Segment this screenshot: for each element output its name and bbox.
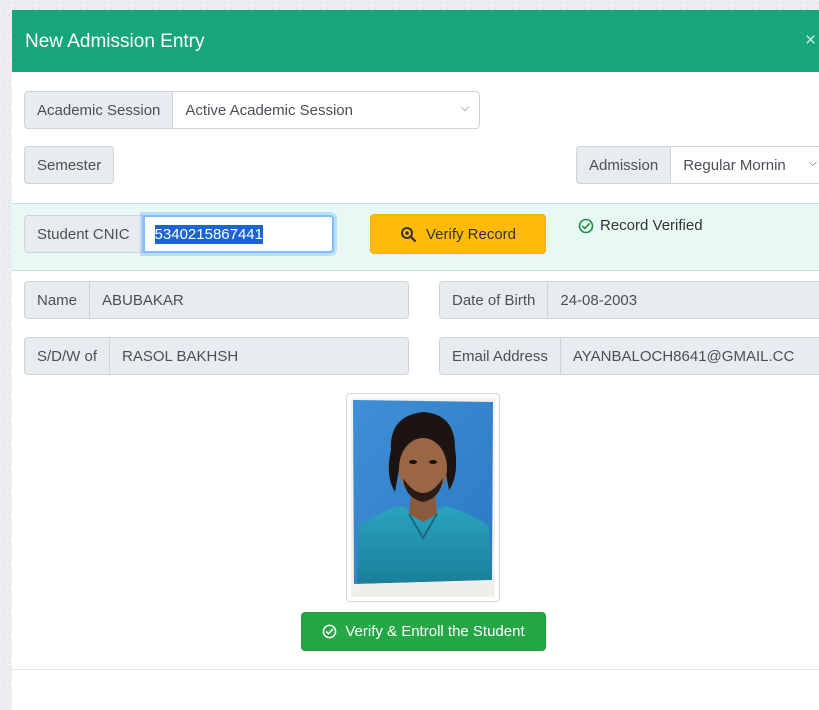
name-label: Name <box>24 281 91 319</box>
modal-header: New Admission Entry × <box>12 10 819 72</box>
cnic-group: Student CNIC 5340215867441 <box>24 215 334 253</box>
check-circle-icon <box>578 218 594 233</box>
admission-group: Admission Regular Mornin ⌵ <box>576 146 819 184</box>
name-value: ABUBAKAR <box>90 281 409 319</box>
academic-session-label: Academic Session <box>24 91 174 129</box>
chevron-down-icon: ⌵ <box>808 157 817 169</box>
email-value: AYANBALOCH8641@GMAIL.CC <box>560 337 819 375</box>
verify-record-label: Verify Record <box>425 225 517 243</box>
parent-label: S/D/W of <box>24 337 111 375</box>
academic-session-group: Academic Session Active Academic Session… <box>24 91 480 129</box>
admission-select[interactable]: Regular Mornin ⌵ <box>671 146 819 184</box>
admission-modal: New Admission Entry × Academic Session A… <box>12 10 819 710</box>
chevron-down-icon: ⌵ <box>460 102 469 114</box>
verify-record-button[interactable]: Verify Record <box>370 214 546 254</box>
cnic-value: 5340215867441 <box>154 224 263 244</box>
check-circle-icon <box>323 624 337 639</box>
semester-label: Semester <box>24 146 115 184</box>
admission-selected: Regular Mornin <box>683 156 786 174</box>
semester-group: Semester <box>24 146 115 184</box>
cnic-input[interactable]: 5340215867441 <box>142 215 334 253</box>
parent-value: RASOL BAKHSH <box>110 337 409 375</box>
academic-session-selected: Active Academic Session <box>185 101 353 119</box>
email-label: Email Address <box>439 337 561 375</box>
student-photo <box>346 393 500 602</box>
cnic-label: Student CNIC <box>24 215 143 253</box>
email-group: Email Address AYANBALOCH8641@GMAIL.CC <box>439 337 819 375</box>
dob-label: Date of Birth <box>439 281 549 319</box>
modal-title: New Admission Entry <box>25 31 205 52</box>
search-icon <box>400 227 416 242</box>
dob-value: 24-08-2003 <box>548 281 819 319</box>
student-photo-image <box>351 398 495 597</box>
verify-enroll-button[interactable]: Verify & Entroll the Student <box>301 612 546 651</box>
admission-label: Admission <box>576 146 672 184</box>
verify-enroll-label: Verify & Entroll the Student <box>345 623 525 640</box>
academic-session-select[interactable]: Active Academic Session ⌵ <box>173 91 480 129</box>
record-verified-status: Record Verified <box>578 217 703 234</box>
dob-group: Date of Birth 24-08-2003 <box>439 281 819 319</box>
parent-group: S/D/W of RASOL BAKHSH <box>24 337 409 375</box>
record-verified-text: Record Verified <box>600 217 703 234</box>
close-icon[interactable]: × <box>805 30 816 52</box>
name-group: Name ABUBAKAR <box>24 281 409 319</box>
modal-footer-divider <box>12 669 819 670</box>
